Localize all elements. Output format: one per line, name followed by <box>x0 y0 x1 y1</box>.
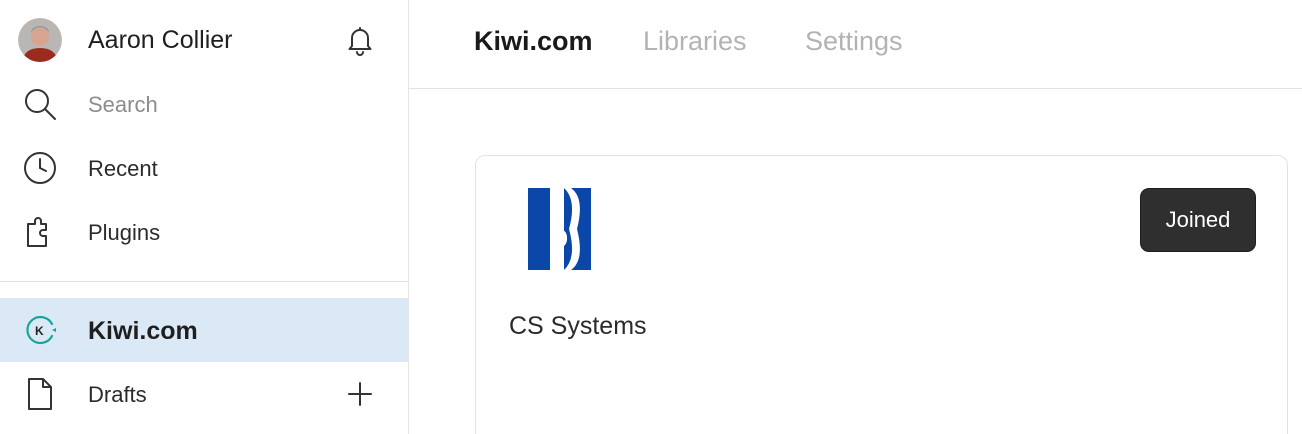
team-logo-icon: K <box>22 314 58 346</box>
joined-button[interactable]: Joined <box>1140 188 1256 252</box>
team-name: Kiwi.com <box>88 317 198 345</box>
org-logo <box>527 188 591 270</box>
add-draft-icon[interactable] <box>344 378 376 410</box>
sidebar-item-plugins[interactable]: Plugins <box>0 200 408 264</box>
sidebar-item-drafts[interactable]: Drafts <box>0 362 408 426</box>
sidebar-item-label: Recent <box>88 156 158 181</box>
sidebar-item-label: Plugins <box>88 220 161 245</box>
plugin-icon <box>22 214 58 250</box>
avatar[interactable] <box>18 18 62 62</box>
org-card[interactable]: CS Systems Joined <box>475 155 1288 434</box>
user-name: Aaron Collier <box>88 26 233 54</box>
tab-bar: Kiwi.com Libraries Settings <box>409 0 1302 89</box>
tab-team[interactable]: Kiwi.com <box>474 24 593 58</box>
main-content: Kiwi.com Libraries Settings CS Systems J… <box>409 0 1302 434</box>
user-row[interactable]: Aaron Collier <box>0 0 408 80</box>
svg-text:K: K <box>35 324 44 338</box>
org-name: CS Systems <box>509 312 647 340</box>
app-window: Aaron Collier Search Recent Plugins K Ki… <box>0 0 1302 434</box>
sidebar-divider <box>0 281 408 282</box>
clock-icon <box>22 150 58 186</box>
sidebar: Aaron Collier Search Recent Plugins K Ki… <box>0 0 409 434</box>
sidebar-item-team[interactable]: K Kiwi.com <box>0 298 408 362</box>
file-icon <box>22 376 58 412</box>
sidebar-item-recent[interactable]: Recent <box>0 136 408 200</box>
tab-settings[interactable]: Settings <box>805 24 903 58</box>
sidebar-item-label: Drafts <box>88 382 147 407</box>
search-icon <box>22 86 58 122</box>
sidebar-item-label: Search <box>88 92 158 117</box>
sidebar-item-search[interactable]: Search <box>0 72 408 136</box>
bell-icon[interactable] <box>344 24 376 58</box>
tab-libraries[interactable]: Libraries <box>643 24 747 58</box>
